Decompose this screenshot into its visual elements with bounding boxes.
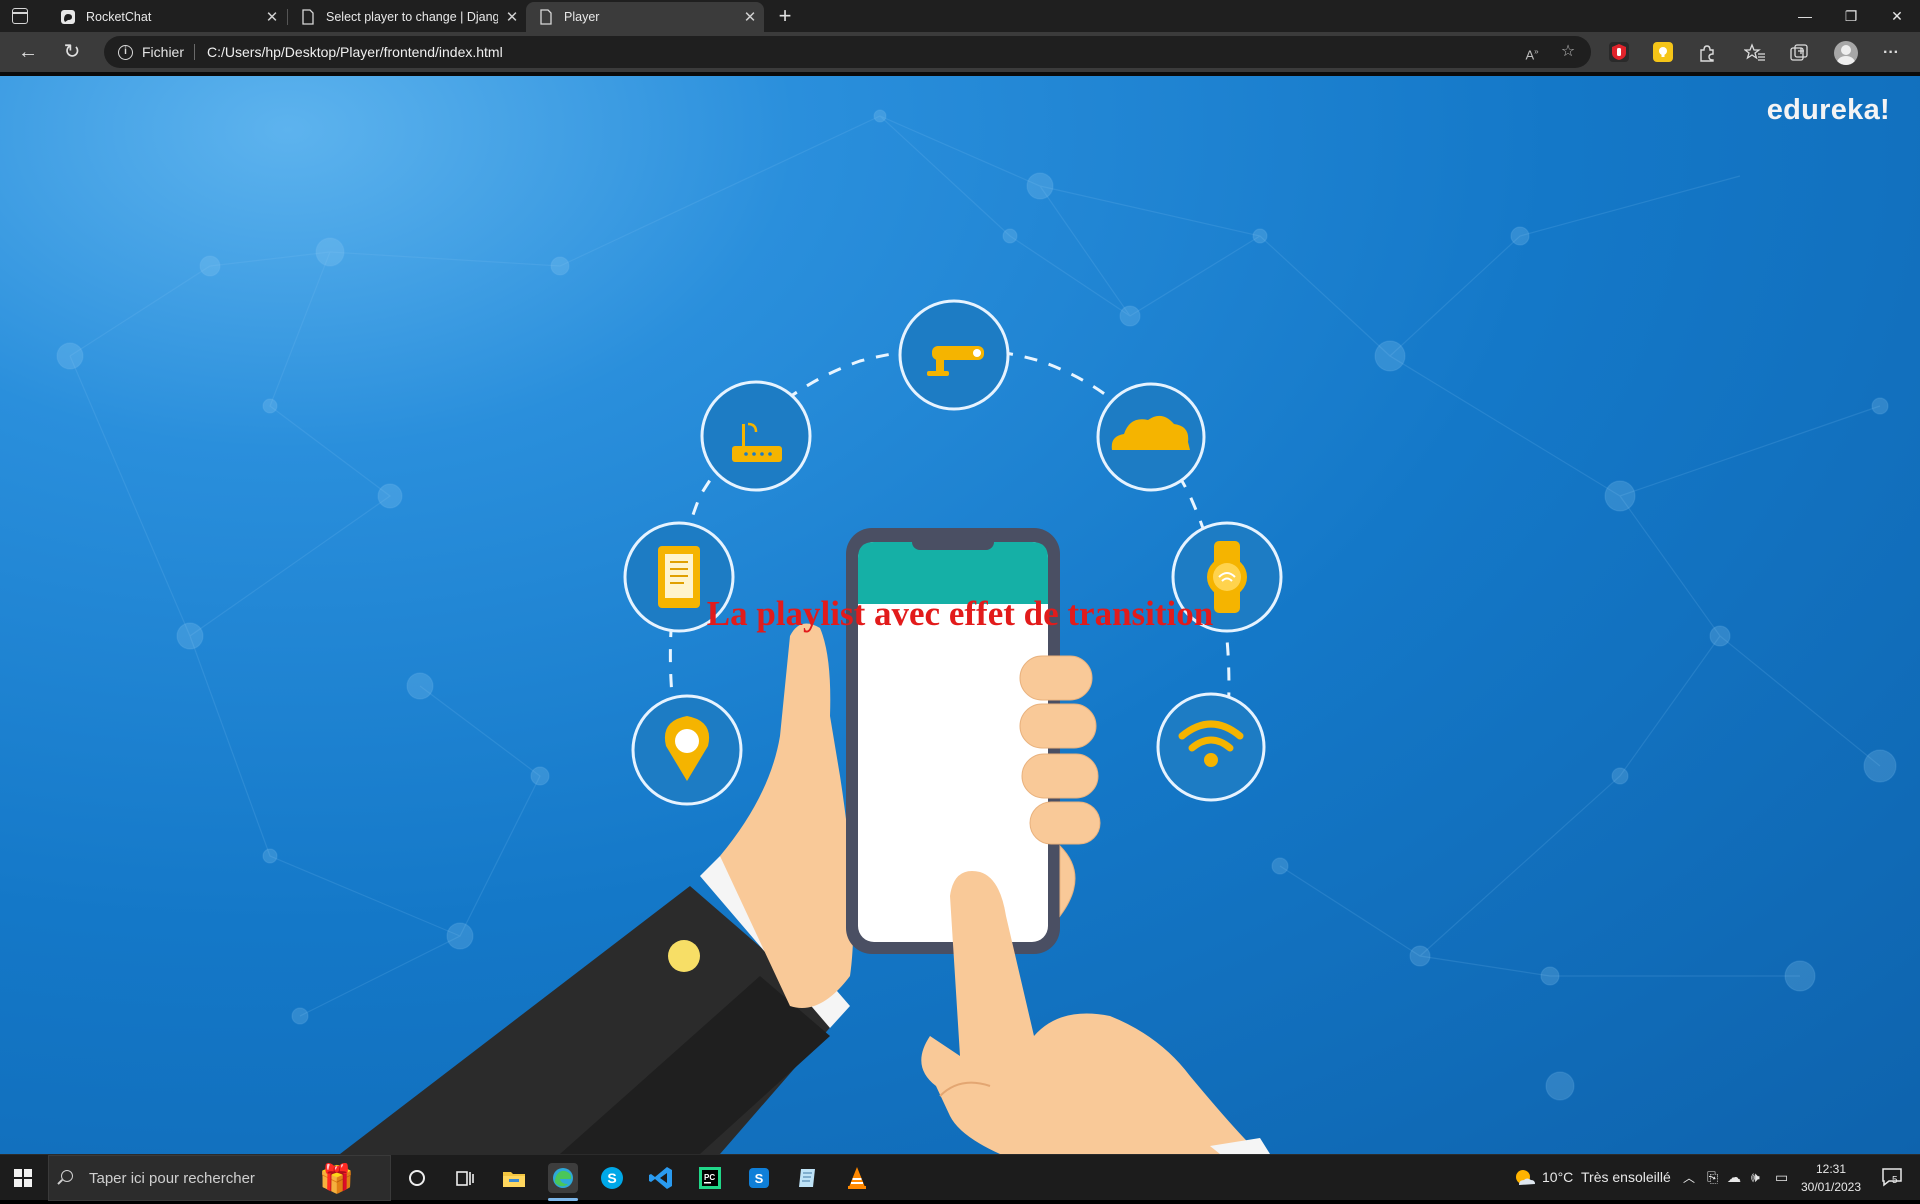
- read-aloud-icon[interactable]: A»: [1522, 42, 1542, 62]
- weather-description[interactable]: Très ensoleillé: [1581, 1169, 1671, 1185]
- search-placeholder: Taper ici pour rechercher: [89, 1170, 255, 1187]
- weather-icon[interactable]: [1510, 1163, 1540, 1193]
- favorites-icon[interactable]: [1743, 42, 1766, 64]
- tab-django-admin[interactable]: Select player to change | Django ✕: [288, 2, 526, 32]
- tab-title: Select player to change | Django: [326, 10, 498, 24]
- extension-keep-icon[interactable]: [1653, 42, 1673, 62]
- pycharm-icon[interactable]: PC: [695, 1163, 725, 1193]
- svg-text:S: S: [607, 1170, 616, 1186]
- pointing-hand: [921, 871, 1270, 1154]
- video-page[interactable]: edureka! La playlist avec effet de trans…: [0, 76, 1920, 1154]
- system-clock[interactable]: 12:31 30/01/2023: [1800, 1160, 1862, 1196]
- file-explorer-icon[interactable]: [499, 1163, 529, 1193]
- weather-temperature[interactable]: 10°C: [1542, 1169, 1573, 1185]
- show-hidden-icons-icon[interactable]: ︿: [1683, 1169, 1695, 1186]
- network-icon[interactable]: ▭: [1775, 1169, 1788, 1186]
- tab-player[interactable]: Player ✕: [526, 2, 764, 32]
- headline-text: La playlist avec effet de transition: [706, 594, 1214, 633]
- left-arm: [340, 623, 854, 1154]
- tab-rocketchat[interactable]: RocketChat ✕: [48, 2, 286, 32]
- address-divider: [194, 44, 195, 60]
- tab-title: RocketChat: [86, 10, 152, 24]
- url-text[interactable]: C:/Users/hp/Desktop/Player/frontend/inde…: [207, 44, 503, 60]
- address-bar[interactable]: i Fichier C:/Users/hp/Desktop/Player/fro…: [104, 36, 1591, 68]
- search-icon: [61, 1170, 73, 1182]
- title-bar: RocketChat ✕ Select player to change | D…: [0, 0, 1920, 32]
- extensions-icon[interactable]: [1696, 42, 1718, 64]
- settings-menu-icon[interactable]: ···: [1880, 42, 1902, 64]
- volume-icon[interactable]: 🕪: [1751, 1169, 1760, 1186]
- notepad-icon[interactable]: [793, 1163, 823, 1193]
- svg-text:PC: PC: [704, 1173, 715, 1182]
- brand-logo: edureka!: [1766, 94, 1890, 126]
- skype-business-icon[interactable]: S: [744, 1163, 774, 1193]
- onedrive-icon[interactable]: ☁: [1727, 1169, 1741, 1186]
- cortana-icon[interactable]: [402, 1163, 432, 1193]
- vlc-icon[interactable]: [842, 1163, 872, 1193]
- restore-button[interactable]: ❐: [1828, 0, 1874, 32]
- notification-count: 5: [1892, 1175, 1898, 1186]
- edge-browser-icon[interactable]: [548, 1163, 578, 1193]
- tab-actions-icon[interactable]: [12, 8, 28, 24]
- skype-icon[interactable]: S: [597, 1163, 627, 1193]
- extension-adblock-icon[interactable]: [1609, 42, 1629, 62]
- navigation-bar: ← ↻ i Fichier C:/Users/hp/Desktop/Player…: [0, 32, 1920, 72]
- refresh-button[interactable]: ↻: [56, 38, 88, 66]
- clock-date: 30/01/2023: [1800, 1180, 1862, 1194]
- page-favicon-icon: [302, 9, 314, 25]
- gift-promo-icon[interactable]: 🎁: [319, 1162, 354, 1196]
- rocketchat-favicon-icon: [61, 10, 75, 24]
- info-icon[interactable]: i: [118, 45, 133, 60]
- clock-time: 12:31: [1815, 1162, 1847, 1176]
- task-view-icon[interactable]: [450, 1163, 480, 1193]
- back-button[interactable]: ←: [12, 38, 44, 66]
- add-favorite-icon[interactable]: ☆: [1558, 42, 1578, 62]
- tab-close-icon[interactable]: ✕: [258, 8, 286, 26]
- page-headline: La playlist avec effet de transition: [0, 594, 1920, 634]
- windows-taskbar: Taper ici pour rechercher 🎁 S PC S 10°C …: [0, 1154, 1920, 1201]
- svg-text:S: S: [755, 1171, 764, 1186]
- tab-title: Player: [564, 10, 600, 24]
- close-window-button[interactable]: ✕: [1874, 0, 1920, 32]
- profile-avatar[interactable]: [1834, 41, 1858, 65]
- start-button[interactable]: [14, 1169, 32, 1187]
- notification-center-icon[interactable]: 5: [1880, 1165, 1904, 1192]
- new-tab-button[interactable]: +: [770, 2, 800, 30]
- tab-close-icon[interactable]: ✕: [498, 8, 526, 26]
- vscode-icon[interactable]: [646, 1163, 676, 1193]
- tab-close-icon[interactable]: ✕: [736, 8, 764, 26]
- minimize-button[interactable]: —: [1782, 0, 1828, 32]
- page-favicon-icon: [540, 9, 552, 25]
- site-info-label[interactable]: Fichier: [142, 44, 184, 60]
- taskbar-search-box[interactable]: Taper ici pour rechercher 🎁: [48, 1155, 391, 1201]
- meet-now-icon[interactable]: ⎘: [1707, 1169, 1718, 1186]
- collections-icon[interactable]: [1788, 42, 1810, 64]
